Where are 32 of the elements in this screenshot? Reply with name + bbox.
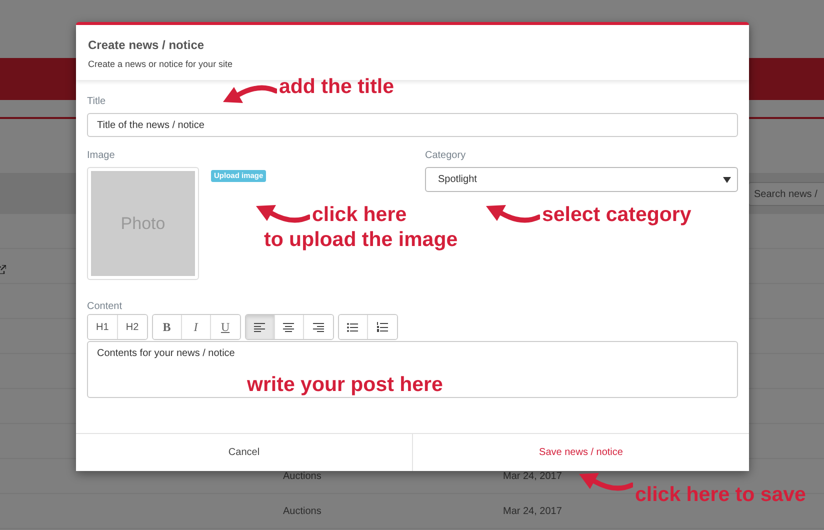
left-button[interactable] bbox=[246, 315, 275, 339]
annotation-text: add the title bbox=[279, 75, 394, 99]
annotation-text: select category bbox=[542, 203, 692, 227]
table-cell: Mar 24, 2017 bbox=[503, 471, 562, 482]
numbered-list-icon bbox=[376, 322, 388, 332]
external-link-icon[interactable] bbox=[0, 265, 6, 274]
annotation-text: to upload the image bbox=[264, 228, 458, 252]
align-center-icon bbox=[283, 322, 294, 332]
cancel-button[interactable]: Cancel bbox=[76, 434, 412, 471]
title-field[interactable]: Title of the news / notice bbox=[87, 113, 738, 137]
save-button[interactable]: Save news / notice bbox=[412, 434, 749, 471]
annotation-text: click here to save bbox=[635, 483, 806, 507]
bold-button[interactable]: B bbox=[152, 315, 182, 339]
annotation-text: write your post here bbox=[247, 373, 443, 397]
field-label: Title bbox=[87, 96, 107, 107]
dialog-title: Create news / notice bbox=[88, 38, 206, 52]
dialog-subtitle: Create a news or notice for your site bbox=[88, 59, 234, 69]
align-right-icon bbox=[312, 322, 324, 332]
heading-button[interactable]: H1 bbox=[88, 315, 118, 339]
search-field[interactable]: Search news / bbox=[748, 182, 824, 206]
table-cell: Auctions bbox=[283, 506, 322, 517]
dropdown-caret-icon bbox=[723, 176, 731, 182]
bulleted-list-icon bbox=[347, 322, 358, 332]
category-dropdown[interactable]: Spotlight bbox=[425, 167, 738, 192]
bullets-button[interactable] bbox=[338, 315, 368, 339]
field-label: Image bbox=[87, 150, 116, 161]
annotation-text: click here bbox=[312, 203, 407, 227]
table-cell: Mar 24, 2017 bbox=[503, 506, 562, 517]
field-label: Category bbox=[425, 150, 467, 161]
table-cell: Auctions bbox=[283, 471, 322, 482]
align-left-icon bbox=[254, 322, 266, 332]
field-label: Content bbox=[87, 301, 124, 312]
